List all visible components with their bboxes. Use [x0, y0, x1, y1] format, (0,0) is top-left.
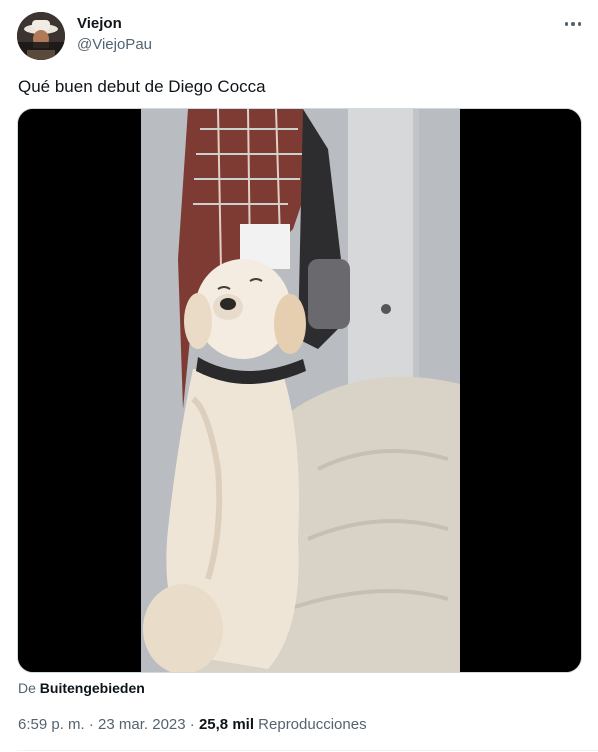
meta-separator: · — [189, 716, 195, 733]
divider — [17, 750, 598, 751]
tweet-date[interactable]: 23 mar. 2023 — [98, 716, 186, 733]
meta-separator: · — [88, 716, 94, 733]
video-frame — [18, 109, 581, 672]
avatar[interactable] — [17, 12, 65, 60]
author-name[interactable]: Viejon — [77, 15, 122, 32]
avatar-image — [17, 12, 65, 60]
views-count: 25,8 mil — [198, 716, 254, 733]
author-handle[interactable]: @ViejoPau — [77, 36, 152, 53]
media-source-prefix: De — [18, 680, 36, 696]
tweet-card: Viejon @ViejoPau Qué buen debut de Diego… — [0, 0, 598, 752]
media-source-link[interactable]: Buitengebieden — [40, 680, 145, 696]
media-source: De Buitengebieden — [18, 680, 145, 696]
tweet-video[interactable] — [17, 108, 582, 673]
tweet-metadata: 6:59 p. m. · 23 mar. 2023 · 25,8 mil Rep… — [18, 716, 367, 733]
more-options-icon[interactable] — [556, 12, 590, 36]
tweet-text: Qué buen debut de Diego Cocca — [18, 77, 266, 96]
views-label: Reproducciones — [258, 716, 367, 733]
tweet-time[interactable]: 6:59 p. m. — [18, 716, 85, 733]
